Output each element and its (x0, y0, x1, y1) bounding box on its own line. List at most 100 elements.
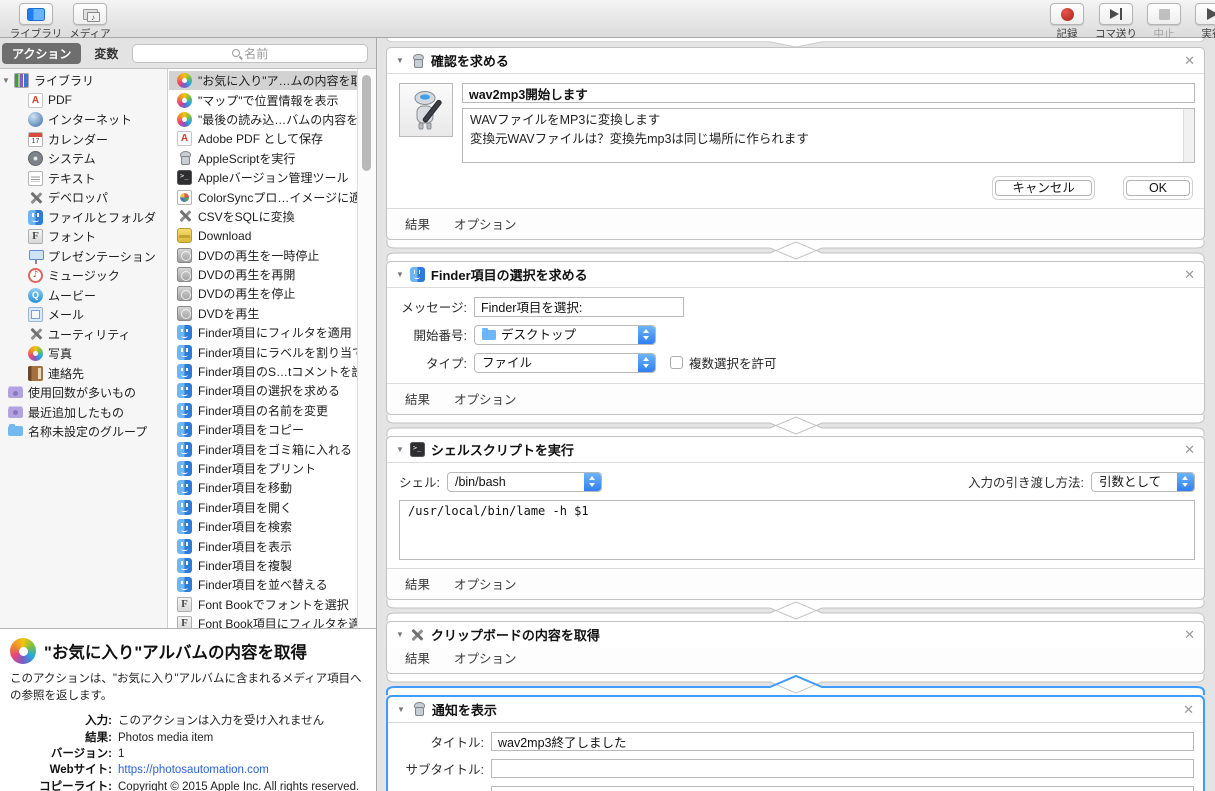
result-toggle[interactable]: 結果 (405, 648, 430, 667)
result-toggle[interactable]: 結果 (405, 214, 430, 233)
scrollbar-thumb[interactable] (362, 75, 371, 171)
pass-input-popup[interactable]: 引数として (1091, 472, 1195, 492)
action-list-item[interactable]: Finder項目にフィルタを適用 (169, 323, 357, 342)
close-icon[interactable]: ✕ (1184, 54, 1195, 67)
options-toggle[interactable]: オプション (454, 648, 517, 667)
sidebar-item[interactable]: ▼ テキスト (0, 169, 167, 189)
action-list-item[interactable]: Appleバージョン管理ツール (169, 168, 357, 187)
sidebar-item[interactable]: ▼ ファイルとフォルダ (0, 208, 167, 228)
action-list-item[interactable]: Finder項目を開く (169, 498, 357, 517)
action-list-item[interactable]: Finder項目を検索 (169, 517, 357, 536)
sidebar-item[interactable]: ▼ カレンダー (0, 130, 167, 150)
shell-script-editor[interactable]: /usr/local/bin/lame -h $1 (399, 500, 1195, 560)
ok-button-field[interactable]: OK (1123, 176, 1193, 200)
action-list-item[interactable]: Finder項目にラベルを割り当てる (169, 342, 357, 361)
disclosure-triangle-icon[interactable]: ▼ (396, 630, 404, 639)
action-list-item[interactable]: Finder項目の名前を変更 (169, 401, 357, 420)
sidebar-item[interactable]: ▼ フォント (0, 227, 167, 247)
sidebar-item[interactable]: ▼ デベロッパ (0, 188, 167, 208)
options-toggle[interactable]: オプション (454, 214, 517, 233)
sidebar-item[interactable]: ▼ 連絡先 (0, 364, 167, 384)
close-icon[interactable]: ✕ (1184, 268, 1195, 281)
action-list-item[interactable]: Font Bookでフォントを選択 (169, 595, 357, 614)
confirmation-message-input[interactable]: WAVファイルをMP3に変換します 変換元WAVファイルは？変換先mp3は同じ場… (462, 108, 1195, 163)
notification-title-input[interactable] (491, 732, 1194, 751)
action-list-item[interactable]: Adobe PDF として保存 (169, 129, 357, 148)
allow-multiple-checkbox[interactable] (670, 356, 683, 369)
sidebar-item[interactable]: ▼ 使用回数が多いもの (0, 383, 167, 403)
action-list-item[interactable]: Finder項目のS…tコメントを設定 (169, 362, 357, 381)
action-list-item[interactable]: "最後の読み込…バムの内容を取得 (169, 110, 357, 129)
finder-message-input[interactable] (474, 297, 684, 317)
tab-variables[interactable]: 変数 (94, 45, 118, 62)
action-list-item[interactable]: DVDの再生を再開 (169, 265, 357, 284)
action-list-item[interactable]: ColorSyncプロ…イメージに適用 (169, 187, 357, 206)
action-card-ask-finder-items[interactable]: ▼ Finder項目の選択を求める ✕ メッセージ: 開始番号: デスクトップ (386, 261, 1205, 415)
sidebar-item[interactable]: ▼ 名称未設定のグループ (0, 422, 167, 442)
action-list-item[interactable]: CSVをSQLに変換 (169, 207, 357, 226)
sidebar-item[interactable]: ▼ インターネット (0, 110, 167, 130)
run-button[interactable]: 実行 (1182, 3, 1215, 41)
website-link[interactable]: https://photosautomation.com (118, 762, 269, 778)
notification-message-input[interactable] (491, 786, 1194, 791)
action-list-item[interactable]: DVDを再生 (169, 304, 357, 323)
action-card-display-notification[interactable]: ▼ 通知を表示 ✕ タイトル: サブタイトル: メッセージ: (386, 695, 1205, 791)
action-list-item[interactable]: Finder項目をコピー (169, 420, 357, 439)
tab-actions[interactable]: アクション (2, 43, 81, 64)
cancel-button-field[interactable]: キャンセル (992, 176, 1095, 200)
start-location-popup[interactable]: デスクトップ (474, 325, 656, 345)
disclosure-triangle-icon[interactable]: ▼ (2, 76, 14, 85)
sidebar-item[interactable]: ▼ 最近追加したもの (0, 403, 167, 423)
action-list-item[interactable]: DVDの再生を停止 (169, 284, 357, 303)
action-list-item[interactable]: Finder項目を移動 (169, 478, 357, 497)
action-list-item[interactable]: "マップ"で位置情報を表示 (169, 90, 357, 109)
sidebar-item[interactable]: ▼ プレゼンテーション (0, 247, 167, 267)
sidebar-item[interactable]: ▼ 写真 (0, 344, 167, 364)
action-list-item[interactable]: Finder項目を表示 (169, 536, 357, 555)
cancel-button[interactable]: キャンセル (995, 180, 1092, 196)
utilities-icon (177, 209, 192, 224)
sidebar-item[interactable]: ▼ ライブラリ (0, 71, 167, 91)
action-card-run-shell-script[interactable]: ▼ シェルスクリプトを実行 ✕ シェル: /bin/bash 入力の引き渡し方法… (386, 436, 1205, 600)
action-list-item[interactable]: Finder項目の選択を求める (169, 381, 357, 400)
library-toolbar-button[interactable]: ライブラリ (6, 3, 66, 41)
sidebar-item[interactable]: ▼ メール (0, 305, 167, 325)
sidebar-item[interactable]: ▼ ムービー (0, 286, 167, 306)
close-icon[interactable]: ✕ (1183, 703, 1194, 716)
options-toggle[interactable]: オプション (454, 574, 517, 593)
action-list-item[interactable]: AppleScriptを実行 (169, 149, 357, 168)
close-icon[interactable]: ✕ (1184, 443, 1195, 456)
ok-button[interactable]: OK (1126, 180, 1190, 196)
confirmation-title-input[interactable] (462, 83, 1195, 103)
disclosure-triangle-icon[interactable]: ▼ (396, 270, 404, 279)
sidebar-item[interactable]: ▼ PDF (0, 91, 167, 111)
disclosure-triangle-icon[interactable]: ▼ (397, 705, 405, 714)
action-list-item[interactable]: Finder項目を並べ替える (169, 575, 357, 594)
sidebar-item[interactable]: ▼ ユーティリティ (0, 325, 167, 345)
action-list-item[interactable]: Finder項目をプリント (169, 459, 357, 478)
textarea-scrollbar[interactable] (1183, 109, 1194, 162)
result-toggle[interactable]: 結果 (405, 389, 430, 408)
action-card-ask-confirmation[interactable]: ▼ 確認を求める ✕ (386, 47, 1205, 240)
action-card-get-clipboard[interactable]: ▼ クリップボードの内容を取得 ✕ 結果 オプション (386, 621, 1205, 674)
sidebar-item[interactable]: ▼ システム (0, 149, 167, 169)
action-list-scrollbar[interactable] (357, 69, 376, 628)
action-list-item[interactable]: "お気に入り"ア…ムの内容を取得 (169, 71, 357, 90)
sidebar-item[interactable]: ▼ ミュージック (0, 266, 167, 286)
disclosure-triangle-icon[interactable]: ▼ (396, 445, 404, 454)
result-toggle[interactable]: 結果 (405, 574, 430, 593)
notification-subtitle-input[interactable] (491, 759, 1194, 778)
disclosure-triangle-icon[interactable]: ▼ (396, 56, 404, 65)
type-popup[interactable]: ファイル (474, 353, 656, 373)
media-toolbar-button[interactable]: ♪ メディア (60, 3, 120, 41)
action-list-item[interactable]: DVDの再生を一時停止 (169, 246, 357, 265)
action-list-item[interactable]: Finder項目を複製 (169, 556, 357, 575)
search-input[interactable]: 名前 (132, 44, 368, 63)
action-list-item[interactable]: Font Book項目にフィルタを適用 (169, 614, 357, 628)
stop-icon (1159, 9, 1170, 20)
action-list-item[interactable]: Download (169, 226, 357, 245)
options-toggle[interactable]: オプション (454, 389, 517, 408)
close-icon[interactable]: ✕ (1184, 628, 1195, 641)
action-list-item[interactable]: Finder項目をゴミ箱に入れる (169, 439, 357, 458)
shell-popup[interactable]: /bin/bash (447, 472, 602, 492)
